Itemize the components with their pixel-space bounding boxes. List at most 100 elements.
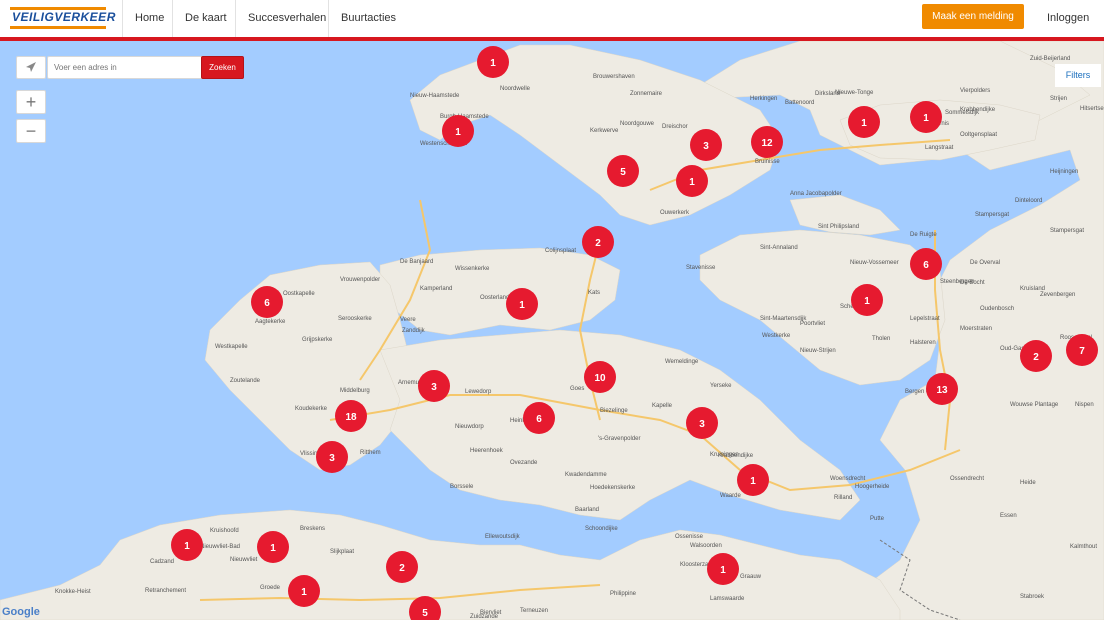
- veiligverkeer-logo[interactable]: VEILIGVERKEER: [10, 7, 115, 29]
- place-label: Sint-Annaland: [760, 245, 798, 251]
- incident-cluster-marker[interactable]: 1: [506, 288, 538, 320]
- incident-cluster-marker[interactable]: 3: [690, 129, 722, 161]
- place-label: Moerstraten: [960, 326, 992, 332]
- cluster-count: 6: [536, 414, 542, 425]
- cluster-count: 13: [936, 385, 948, 396]
- cluster-count: 10: [594, 373, 606, 384]
- incident-cluster-marker[interactable]: 6: [523, 402, 555, 434]
- search-button[interactable]: Zoeken: [201, 56, 244, 79]
- incident-cluster-marker[interactable]: 2: [1020, 340, 1052, 372]
- place-label: Stabroek: [1020, 594, 1045, 600]
- cluster-count: 1: [455, 127, 461, 138]
- nav-succesverhalen[interactable]: Succesverhalen: [235, 0, 338, 37]
- zoom-out-button[interactable]: −: [16, 119, 46, 143]
- place-label: Herkingen: [750, 96, 777, 102]
- place-label: Oudenbosch: [980, 306, 1014, 312]
- incident-cluster-marker[interactable]: 2: [386, 551, 418, 583]
- place-label: Kerkwerve: [590, 128, 619, 134]
- place-label: Ouwerkerk: [660, 210, 690, 216]
- locate-me-button[interactable]: [16, 56, 46, 79]
- incident-cluster-marker[interactable]: 1: [851, 284, 883, 316]
- place-label: Stavenisse: [686, 265, 716, 271]
- place-label: De Ruigte: [910, 232, 937, 238]
- place-label: Heide: [1020, 480, 1036, 486]
- nav-buurtacties[interactable]: Buurtacties: [328, 0, 408, 37]
- map-canvas[interactable]: BrouwershavenNoordwelleNieuw-HaamstedeBu…: [0, 41, 1104, 620]
- cluster-count: 3: [329, 453, 335, 464]
- incident-cluster-marker[interactable]: 1: [288, 575, 320, 607]
- place-label: Slijkplaat: [330, 549, 354, 555]
- place-label: Wouwse Plantage: [1010, 402, 1059, 408]
- place-label: Bruinisse: [755, 159, 780, 165]
- incident-cluster-marker[interactable]: 1: [171, 529, 203, 561]
- zoom-in-button[interactable]: +: [16, 90, 46, 114]
- cluster-count: 2: [595, 238, 601, 249]
- incident-cluster-marker[interactable]: 3: [316, 441, 348, 473]
- incident-cluster-marker[interactable]: 2: [582, 226, 614, 258]
- place-label: Lepelstraat: [910, 316, 940, 322]
- cluster-count: 6: [923, 260, 929, 271]
- place-label: Sommelsdijk: [945, 110, 980, 116]
- place-label: 's-Gravenpolder: [598, 436, 641, 442]
- place-label: Essen: [1000, 513, 1017, 519]
- cluster-count: 18: [345, 412, 357, 423]
- incident-cluster-marker[interactable]: 5: [607, 155, 639, 187]
- cluster-count: 5: [422, 608, 428, 619]
- place-label: Yerseke: [710, 383, 732, 389]
- place-label: Waarde: [720, 493, 741, 499]
- incident-cluster-marker[interactable]: 7: [1066, 334, 1098, 366]
- nav-home[interactable]: Home: [122, 0, 176, 37]
- place-label: Knokke-Heist: [55, 589, 91, 595]
- place-label: Middelburg: [340, 388, 370, 394]
- place-label: Stampersgat: [975, 212, 1009, 218]
- address-search-input[interactable]: [47, 56, 211, 79]
- place-label: Dinteloord: [1015, 198, 1042, 204]
- incident-cluster-marker[interactable]: 1: [910, 101, 942, 133]
- place-label: Heerenhoek: [470, 448, 504, 454]
- incident-cluster-marker[interactable]: 18: [335, 400, 367, 432]
- incident-cluster-marker[interactable]: 1: [737, 464, 769, 496]
- place-label: Ooltgensplaat: [960, 132, 997, 138]
- place-label: Zonnemaire: [630, 91, 663, 97]
- incident-cluster-marker[interactable]: 10: [584, 361, 616, 393]
- incident-cluster-marker[interactable]: 3: [686, 407, 718, 439]
- filters-button[interactable]: Filters: [1055, 64, 1101, 87]
- top-navigation-bar: VEILIGVERKEER Home De kaart Succesverhal…: [0, 0, 1104, 41]
- place-label: Ellewoutsdijk: [485, 534, 521, 540]
- cluster-count: 1: [490, 58, 496, 69]
- place-label: Aagtekerke: [255, 319, 286, 325]
- place-label: Serooskerke: [338, 316, 372, 322]
- cluster-count: 3: [703, 141, 709, 152]
- place-label: Breskens: [300, 526, 325, 532]
- place-label: Vierpolders: [960, 88, 990, 94]
- place-label: Noordwelle: [500, 86, 531, 92]
- incident-cluster-marker[interactable]: 6: [251, 286, 283, 318]
- place-label: Nieuwvliet-Bad: [200, 544, 240, 550]
- navigation-arrow-icon: [26, 62, 36, 72]
- place-label: Heijningen: [1050, 169, 1078, 175]
- incident-cluster-marker[interactable]: 6: [910, 248, 942, 280]
- login-link[interactable]: Inloggen: [1047, 0, 1089, 37]
- maak-melding-button[interactable]: Maak een melding: [922, 4, 1024, 29]
- place-label: Koudekerke: [295, 406, 328, 412]
- incident-cluster-marker[interactable]: 1: [707, 553, 739, 585]
- place-label: Woensdrecht: [830, 476, 866, 482]
- place-label: Kruishoofd: [210, 528, 239, 534]
- place-label: Nieuwdorp: [455, 424, 484, 430]
- incident-cluster-marker[interactable]: 1: [676, 165, 708, 197]
- incident-cluster-marker[interactable]: 1: [442, 115, 474, 147]
- nav-de-kaart[interactable]: De kaart: [172, 0, 239, 37]
- cluster-count: 1: [864, 296, 870, 307]
- incident-cluster-marker[interactable]: 1: [257, 531, 289, 563]
- incident-cluster-marker[interactable]: 1: [477, 46, 509, 78]
- cluster-count: 12: [761, 138, 773, 149]
- incident-cluster-marker[interactable]: 3: [418, 370, 450, 402]
- place-label: Stampersgat: [1050, 228, 1084, 234]
- place-label: Nieuwvliet: [230, 557, 258, 563]
- place-label: Hoogerheide: [855, 484, 890, 490]
- incident-cluster-marker[interactable]: 13: [926, 373, 958, 405]
- incident-cluster-marker[interactable]: 12: [751, 126, 783, 158]
- place-label: Zanddijk: [402, 328, 426, 334]
- incident-cluster-marker[interactable]: 1: [848, 106, 880, 138]
- place-label: Sint-Maartensdijk: [760, 316, 807, 322]
